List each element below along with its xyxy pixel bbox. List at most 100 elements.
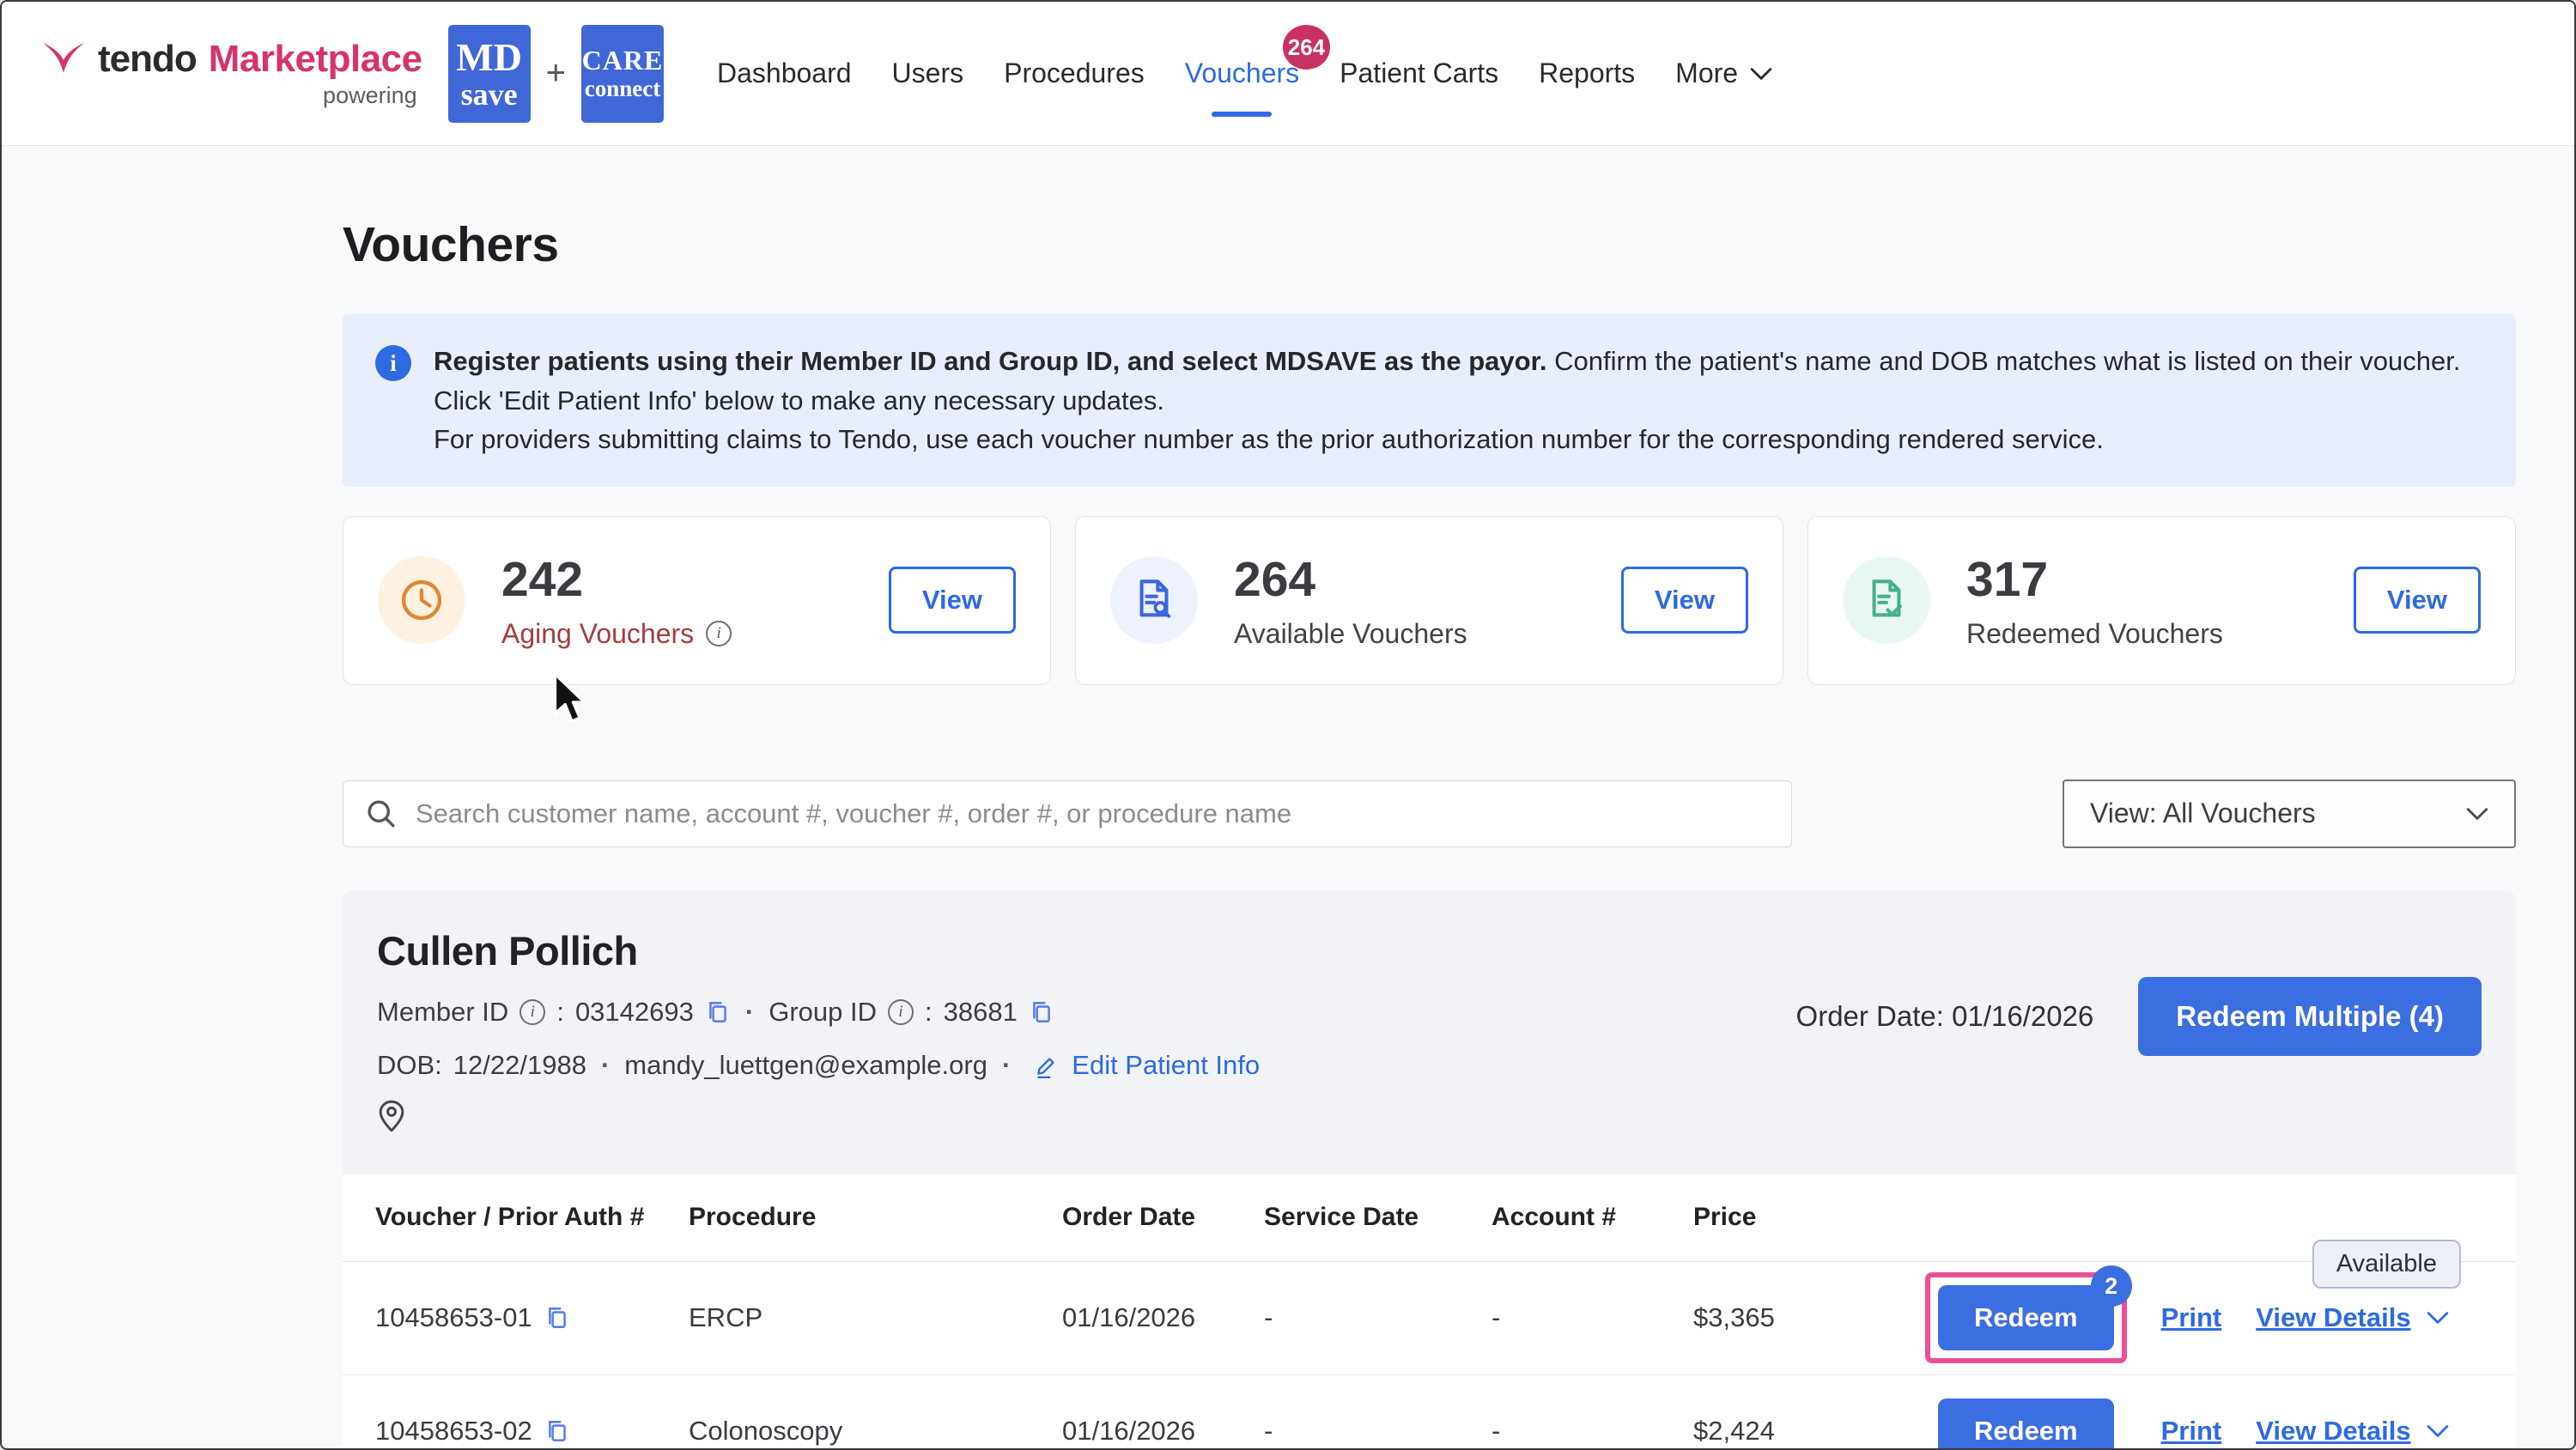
service-date-cell: - <box>1264 1416 1492 1447</box>
status-badge: Available <box>2312 1240 2461 1289</box>
group-id-value: 38681 <box>944 997 1018 1028</box>
mdsave-logo-top: MD <box>456 38 522 77</box>
search-box[interactable] <box>343 780 1792 847</box>
patient-actions: Order Date: 01/16/2026 Redeem Multiple (… <box>1796 977 2482 1056</box>
print-link[interactable]: Print <box>2161 1416 2222 1447</box>
aging-info-icon[interactable]: i <box>706 621 732 646</box>
separator-dot: · <box>598 1050 613 1081</box>
app-window: tendo Marketplace powering MD save + CAR… <box>0 0 2576 1450</box>
nav-vouchers-label: Vouchers <box>1185 58 1299 88</box>
member-id-label: Member ID <box>377 997 508 1028</box>
redeemed-vouchers-card: 317 Redeemed Vouchers View <box>1807 516 2516 685</box>
available-view-button[interactable]: View <box>1621 567 1748 634</box>
dob-label: DOB: <box>377 1050 442 1081</box>
row-actions: Redeem Print View Details <box>1925 1386 2483 1450</box>
voucher-number-cell: 10458653-02 <box>375 1416 689 1447</box>
nav-patient-carts[interactable]: Patient Carts <box>1340 58 1498 89</box>
search-input[interactable] <box>416 798 1769 829</box>
voucher-number: 10458653-02 <box>375 1416 532 1447</box>
group-id-label: Group ID <box>769 997 877 1028</box>
tendo-wordmark: tendo <box>98 38 197 81</box>
nav-more[interactable]: More <box>1675 58 1772 89</box>
patient-location-row <box>377 1100 1796 1137</box>
nav-vouchers[interactable]: Vouchers 264 <box>1185 58 1299 89</box>
col-order-date-header: Order Date <box>1062 1203 1264 1232</box>
voucher-copy-icon[interactable] <box>544 1418 570 1444</box>
group-id-info-icon[interactable]: i <box>888 999 914 1025</box>
price-cell: $2,424 <box>1693 1416 1925 1447</box>
patient-name: Cullen Pollich <box>377 927 1796 974</box>
voucher-number-cell: 10458653-01 <box>375 1302 689 1333</box>
aging-vouchers-label: Aging Vouchers i <box>501 618 889 650</box>
search-icon <box>366 798 397 829</box>
member-id-info-icon[interactable]: i <box>519 999 545 1025</box>
search-filter-row: View: All Vouchers <box>343 780 2516 848</box>
page-title: Vouchers <box>343 216 2516 273</box>
view-details-label: View Details <box>2256 1416 2410 1447</box>
separator-dot: · <box>999 1050 1014 1081</box>
available-vouchers-count: 264 <box>1234 551 1621 608</box>
view-details-link[interactable]: View Details <box>2256 1416 2448 1447</box>
available-vouchers-info: 264 Available Vouchers <box>1234 551 1621 650</box>
member-id-copy-icon[interactable] <box>705 999 731 1025</box>
nav-users[interactable]: Users <box>892 58 964 89</box>
member-id-value: 03142693 <box>575 997 694 1028</box>
document-check-icon <box>1843 556 1930 644</box>
order-date-cell: 01/16/2026 <box>1062 1416 1264 1447</box>
voucher-copy-icon[interactable] <box>544 1305 570 1331</box>
aging-vouchers-label-text: Aging Vouchers <box>501 618 694 650</box>
nav-more-label: More <box>1675 58 1738 89</box>
price-cell: $3,365 <box>1693 1302 1925 1333</box>
procedure-cell: ERCP <box>689 1302 1062 1333</box>
col-procedure-header: Procedure <box>689 1203 1062 1232</box>
plus-separator: + <box>546 54 566 93</box>
chevron-down-icon <box>2427 1311 2449 1325</box>
chevron-down-icon <box>2466 807 2488 821</box>
edit-patient-info-link[interactable]: Edit Patient Info <box>1034 1050 1260 1081</box>
view-filter-value: View: All Vouchers <box>2090 798 2316 829</box>
vouchers-count-badge: 264 <box>1283 25 1330 70</box>
view-details-link[interactable]: View Details <box>2256 1302 2448 1333</box>
table-header-row: Voucher / Prior Auth # Procedure Order D… <box>343 1174 2516 1262</box>
available-vouchers-card: 264 Available Vouchers View <box>1075 516 1783 685</box>
nav-dashboard[interactable]: Dashboard <box>717 58 852 89</box>
account-cell: - <box>1492 1416 1693 1447</box>
careconnect-logo-bottom: connect <box>585 77 660 100</box>
member-id-colon: : <box>556 997 564 1028</box>
patient-id-line: Member ID i : 03142693 · Group ID i : 38… <box>377 997 1796 1028</box>
nav-reports[interactable]: Reports <box>1539 58 1635 89</box>
redeem-count-badge: 2 <box>2091 1265 2132 1307</box>
aging-vouchers-count: 242 <box>501 551 889 608</box>
group-id-copy-icon[interactable] <box>1029 999 1054 1025</box>
table-row: 10458653-01 ERCP 01/16/2026 - - $3,365 R… <box>343 1262 2516 1375</box>
voucher-number: 10458653-01 <box>375 1302 532 1333</box>
view-filter-dropdown[interactable]: View: All Vouchers <box>2063 780 2516 848</box>
tendo-logo-icon <box>41 40 86 78</box>
info-banner-line-1: Register patients using their Member ID … <box>434 342 2483 420</box>
redeemed-view-button[interactable]: View <box>2354 567 2481 634</box>
nav-procedures[interactable]: Procedures <box>1004 58 1145 89</box>
tendo-marketplace-logo: tendo Marketplace powering <box>41 38 422 109</box>
redeem-button[interactable]: Redeem <box>1938 1285 2114 1350</box>
aging-info-glyph: i <box>717 624 721 643</box>
aging-view-button[interactable]: View <box>889 567 1016 634</box>
careconnect-logo-top: CARE <box>582 46 664 74</box>
order-date: Order Date: 01/16/2026 <box>1796 1000 2094 1033</box>
aging-vouchers-card: 242 Aging Vouchers i View <box>343 516 1051 685</box>
redeem-highlight-box: Redeem 2 <box>1925 1272 2127 1363</box>
mdsave-logo: MD save <box>448 25 531 123</box>
order-date-cell: 01/16/2026 <box>1062 1302 1264 1333</box>
info-banner: i Register patients using their Member I… <box>343 314 2516 487</box>
active-tab-underline <box>1212 112 1272 117</box>
redeem-button[interactable]: Redeem <box>1938 1398 2114 1450</box>
account-cell: - <box>1492 1302 1693 1333</box>
info-banner-bold: Register patients using their Member ID … <box>434 346 1547 376</box>
voucher-table: Available Voucher / Prior Auth # Procedu… <box>343 1174 2516 1450</box>
info-banner-text: Register patients using their Member ID … <box>434 342 2483 459</box>
print-link[interactable]: Print <box>2161 1302 2222 1333</box>
redeem-multiple-button[interactable]: Redeem Multiple (4) <box>2138 977 2482 1056</box>
location-pin-icon[interactable] <box>377 1100 406 1132</box>
info-icon: i <box>375 345 411 381</box>
powering-label: powering <box>41 82 422 109</box>
stats-row: 242 Aging Vouchers i View <box>343 516 2516 685</box>
